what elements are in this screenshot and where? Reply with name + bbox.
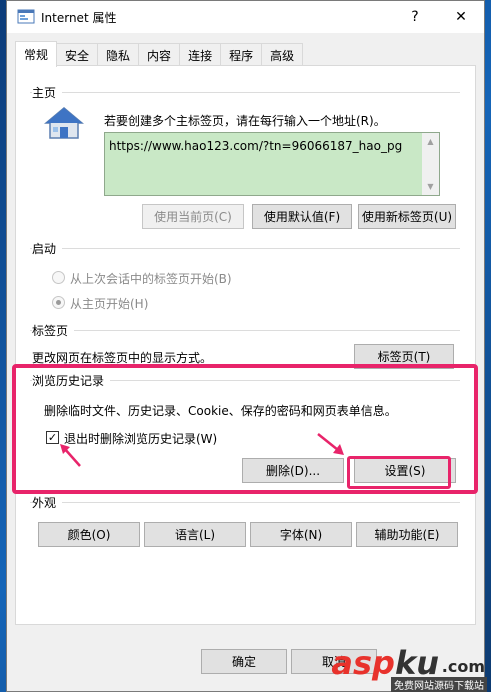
homepage-instruction: 若要创建多个主标签页，请在每行输入一个地址(R)。: [104, 114, 386, 128]
use-new-tab-button[interactable]: 使用新标签页(U): [358, 204, 456, 229]
radio-last-session-label: 从上次会话中的标签页开始(B): [70, 272, 232, 286]
internet-properties-window: Internet 属性 ? ✕ 常规 安全 隐私 内容 连接 程序 高级 主页 …: [6, 0, 485, 692]
homepage-separator: [30, 92, 460, 93]
startup-section-label: 启动: [32, 240, 63, 257]
accessibility-button[interactable]: 辅助功能(E): [356, 522, 458, 547]
ok-button[interactable]: 确定: [201, 649, 287, 674]
appearance-section-label: 外观: [32, 494, 63, 511]
scroll-up-icon[interactable]: ▲: [422, 133, 439, 150]
settings-arrow-icon: [317, 433, 344, 455]
window-title: Internet 属性: [41, 10, 117, 25]
internet-options-icon: [17, 9, 35, 24]
tab-advanced[interactable]: 高级: [261, 43, 304, 66]
homepage-url-textarea[interactable]: https://www.hao123.com/?tn=96066187_hao_…: [104, 132, 440, 196]
tab-privacy[interactable]: 隐私: [97, 43, 140, 66]
fonts-button[interactable]: 字体(N): [250, 522, 352, 547]
tab-general[interactable]: 常规: [15, 41, 58, 67]
languages-button[interactable]: 语言(L): [144, 522, 246, 547]
help-button[interactable]: ?: [392, 1, 438, 33]
tabs-separator: [30, 330, 460, 331]
tab-security[interactable]: 安全: [56, 43, 99, 66]
house-icon: [44, 107, 84, 139]
startup-separator: [30, 248, 460, 249]
homepage-url: https://www.hao123.com/?tn=96066187_hao_…: [109, 139, 403, 153]
checkbox-arrow-icon: [60, 444, 81, 467]
textarea-scrollbar[interactable]: ▲ ▼: [422, 133, 439, 195]
close-button[interactable]: ✕: [438, 1, 484, 33]
watermark: aspku .com 免费网站源码下载站: [331, 632, 491, 692]
title-bar: Internet 属性 ? ✕: [7, 1, 484, 33]
colors-button[interactable]: 颜色(O): [38, 522, 140, 547]
tab-connections[interactable]: 连接: [179, 43, 222, 66]
appearance-separator: [30, 502, 460, 503]
homepage-section-label: 主页: [32, 84, 63, 101]
watermark-suffix: .com: [441, 657, 485, 676]
tab-strip: 常规 安全 隐私 内容 连接 程序 高级: [15, 41, 304, 67]
radio-last-session[interactable]: [52, 271, 65, 284]
settings-highlight-box: [347, 456, 451, 489]
scroll-down-icon[interactable]: ▼: [422, 178, 439, 195]
radio-homepage[interactable]: [52, 296, 65, 309]
tab-content[interactable]: 内容: [138, 43, 181, 66]
use-default-button[interactable]: 使用默认值(F): [252, 204, 352, 229]
tabs-section-label: 标签页: [32, 322, 75, 339]
use-current-button[interactable]: 使用当前页(C): [142, 204, 244, 229]
watermark-tagline: 免费网站源码下载站: [391, 677, 487, 692]
tab-programs[interactable]: 程序: [220, 43, 263, 66]
general-tab-panel: 主页 若要创建多个主标签页，请在每行输入一个地址(R)。 https://www…: [15, 65, 476, 625]
radio-homepage-label: 从主页开始(H): [70, 297, 149, 311]
